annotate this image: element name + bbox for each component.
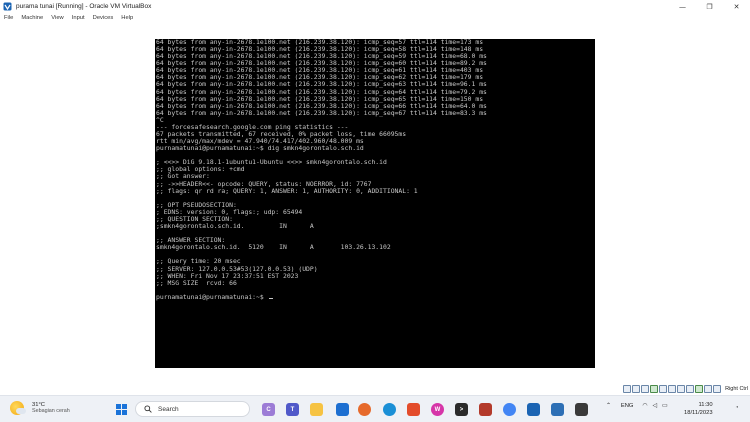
teams-icon[interactable]: T (286, 403, 299, 416)
windows-logo-icon (116, 404, 121, 409)
virtualbox-icon (3, 2, 12, 11)
start-button[interactable] (116, 404, 127, 415)
terminal-line: ;smkn4gorontalo.sch.id. IN A (156, 222, 314, 231)
terminal-line: 64 bytes from any-in-2678.1e100.net (216… (156, 108, 487, 117)
menu-help[interactable]: Help (121, 15, 133, 21)
chrome-icon[interactable] (503, 403, 516, 416)
audio-icon[interactable] (641, 385, 650, 393)
menu-input[interactable]: Input (72, 15, 85, 21)
search-label: Search (158, 405, 179, 413)
terminal-line: ;; MSG SIZE rcvd: 66 (156, 278, 237, 287)
weather-description: Sebagian cerah (32, 408, 70, 414)
minimize-button[interactable]: — (669, 0, 696, 13)
paint-app-icon[interactable] (551, 403, 564, 416)
menu-devices[interactable]: Devices (93, 15, 114, 21)
restore-button[interactable]: ❐ (696, 0, 723, 13)
terminal-line: purnamatunai@purnamatunai:~$ dig smkn4go… (156, 144, 364, 153)
file-explorer-icon[interactable] (310, 403, 323, 416)
weather-widget[interactable]: 31°C Sebagian cerah (10, 401, 70, 415)
window-title: purama tunai [Running] - Oracle VM Virtu… (16, 3, 152, 10)
menu-bar: File Machine View Input Devices Help (0, 13, 750, 23)
terminal-line: ;; flags: qr rd ra; QUERY: 1, ANSWER: 1,… (156, 186, 418, 195)
mouse-integration-icon[interactable] (704, 385, 713, 393)
hard-disk-icon[interactable] (623, 385, 632, 393)
wifi-icon[interactable]: ◠ (642, 403, 647, 409)
speaker-icon[interactable]: ◁ (652, 403, 656, 409)
search-icon (144, 405, 152, 413)
notification-bell-icon[interactable]: ◔ (735, 405, 739, 411)
copilot-icon[interactable]: C (262, 403, 275, 416)
clock-date: 18/11/2023 (684, 410, 713, 416)
taskbar: 31°C Sebagian cerah Search C T W > ⌃ ENG… (0, 395, 750, 422)
taskbar-search[interactable]: Search (135, 401, 250, 417)
menu-file[interactable]: File (4, 15, 13, 21)
close-button[interactable]: ✕ (723, 0, 750, 13)
cpu-icon[interactable] (695, 385, 704, 393)
terminal-line: purnamatunai@purnamatunai:~$ (156, 293, 595, 301)
archive-app-icon[interactable] (479, 403, 492, 416)
tray-overflow-chevron-icon[interactable]: ⌃ (606, 403, 611, 409)
battery-icon[interactable]: ▭ (662, 403, 667, 409)
firefox-icon[interactable] (358, 403, 371, 416)
terminal-line: smkn4gorontalo.sch.id. 5120 IN A 103.26.… (156, 243, 391, 252)
virtualbox-taskbar-icon[interactable] (527, 403, 540, 416)
media-app-icon[interactable] (575, 403, 588, 416)
vm-display[interactable]: 64 bytes from any-in-2678.1e100.net (216… (0, 23, 750, 381)
recording-icon[interactable] (686, 385, 695, 393)
clock-time: 11:30 (698, 402, 713, 408)
edge-icon[interactable] (383, 403, 396, 416)
menu-view[interactable]: View (51, 15, 63, 21)
shared-folders-icon[interactable] (668, 385, 677, 393)
terminal-icon[interactable]: > (455, 403, 468, 416)
partly-sunny-icon (10, 401, 26, 415)
system-tray: ⌃ ENG ◠ ◁ ▭ (606, 403, 667, 409)
keyboard-icon[interactable] (713, 385, 722, 393)
store-icon[interactable] (336, 403, 349, 416)
text-cursor (268, 297, 273, 299)
office-icon[interactable] (407, 403, 420, 416)
language-indicator[interactable]: ENG (621, 403, 634, 409)
window-controls: — ❐ ✕ (669, 0, 750, 13)
app-w-icon[interactable]: W (431, 403, 444, 416)
network-icon[interactable] (650, 385, 659, 393)
optical-drive-icon[interactable] (632, 385, 641, 393)
terminal-line: ;; global options: +cmd (156, 165, 245, 174)
terminal-screen[interactable]: 64 bytes from any-in-2678.1e100.net (216… (155, 39, 595, 368)
taskbar-clock[interactable]: 11:30 18/11/2023 (684, 401, 713, 417)
display-icon[interactable] (677, 385, 686, 393)
host-key-label: Right Ctrl (725, 386, 748, 392)
menu-machine[interactable]: Machine (21, 15, 43, 21)
usb-icon[interactable] (659, 385, 668, 393)
vm-status-bar: Right Ctrl (623, 383, 750, 395)
title-bar: purama tunai [Running] - Oracle VM Virtu… (0, 0, 750, 13)
